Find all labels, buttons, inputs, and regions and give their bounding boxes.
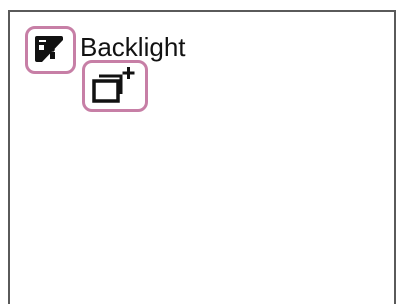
scene-label: Backlight <box>80 32 186 62</box>
multi-frame-nr-icon <box>92 67 135 103</box>
backlight-scene-icon <box>35 36 63 62</box>
